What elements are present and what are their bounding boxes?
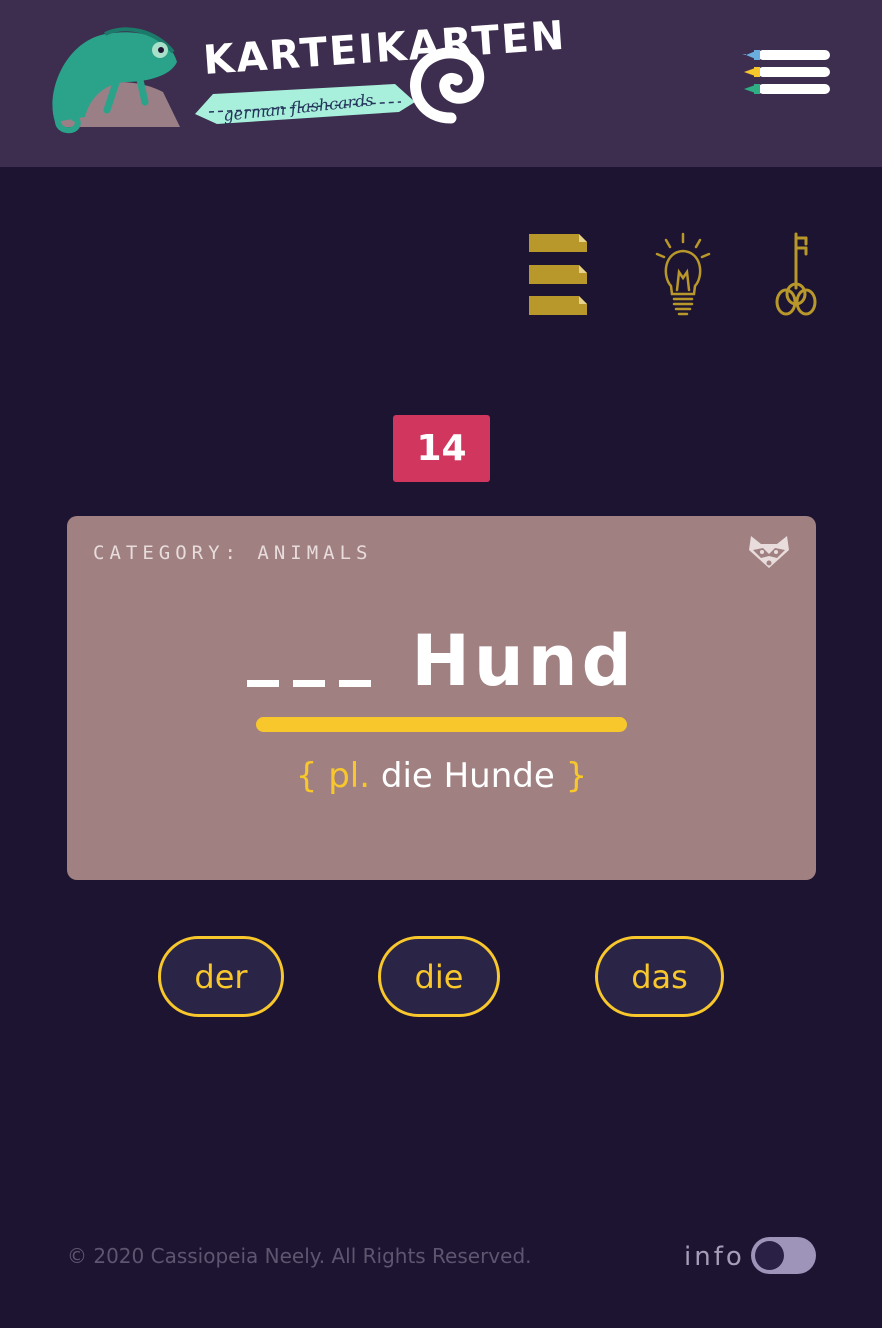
logo-swirl-icon — [410, 47, 485, 124]
info-toggle-knob — [755, 1241, 784, 1270]
article-blank — [247, 625, 372, 687]
raccoon-icon — [749, 536, 789, 568]
chameleon-logo-icon — [52, 27, 180, 134]
menu-button[interactable] — [740, 48, 832, 100]
info-label: info — [684, 1242, 745, 1272]
hint-button[interactable] — [654, 232, 712, 318]
plural-prefix: pl. — [328, 756, 371, 796]
cards-stack-icon — [529, 234, 587, 315]
article-button-der[interactable]: der — [158, 936, 284, 1017]
plural-form: { pl. die Hunde } — [67, 756, 816, 796]
plural-brace-close: } — [565, 756, 588, 796]
lightbulb-icon — [655, 232, 711, 316]
card-counter-badge: 14 — [393, 415, 490, 482]
card-noun-line: Hund — [67, 620, 816, 702]
logo-title: KARTEIKARTEN — [201, 12, 568, 84]
pencils-menu-icon — [742, 50, 830, 94]
article-button-die[interactable]: die — [378, 936, 500, 1017]
app-header: KARTEIKARTEN german flashcards — [0, 0, 882, 167]
plural-brace-open: { — [295, 756, 318, 796]
site-logo[interactable]: KARTEIKARTEN german flashcards — [45, 13, 568, 142]
article-button-das[interactable]: das — [595, 936, 724, 1017]
info-toggle[interactable] — [751, 1237, 816, 1274]
card-noun: Hund — [411, 620, 636, 702]
card-category-label: CATEGORY: ANIMALS — [93, 542, 373, 564]
copyright-text: © 2020 Cassiopeia Neely. All Rights Rese… — [67, 1244, 532, 1268]
key-icon — [775, 232, 817, 316]
flashcard: CATEGORY: ANIMALS Hund { pl. die Hunde } — [67, 516, 816, 880]
noun-underline — [256, 717, 627, 732]
cards-list-button[interactable] — [527, 232, 589, 318]
answer-key-button[interactable] — [774, 230, 820, 318]
plural-text: die Hunde — [380, 756, 555, 796]
